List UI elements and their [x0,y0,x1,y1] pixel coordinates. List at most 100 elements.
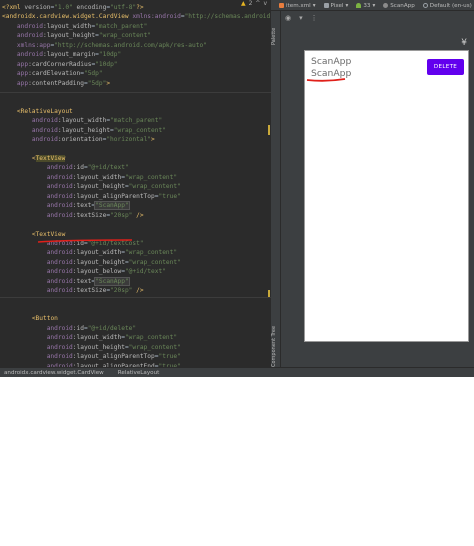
next-highlight-arrow[interactable]: v [263,1,267,7]
code-line[interactable]: android:layout_below="@+id/text" [0,267,271,276]
code-line[interactable] [0,305,271,314]
code-token: :layout_width [72,334,122,342]
code-token: :orientation [57,136,103,144]
warning-icon: ▲ [240,0,246,7]
code-line[interactable]: app:cardCornerRadius="10dp" [0,60,271,69]
eye-icon[interactable]: ◉ [285,14,291,22]
code-line[interactable]: android:layout_width="match_parent" [0,22,271,31]
warning-count: 2 [248,0,253,7]
code-line[interactable]: android:layout_height="wrap_content" [0,182,271,191]
code-line[interactable]: android:layout_height="wrap_content" [0,258,271,267]
code-token: "@+id/delete" [87,324,137,332]
code-line[interactable]: android:layout_margin="10dp" [0,50,271,59]
more-icon[interactable]: ⋮ [311,14,318,22]
code-line[interactable]: <TextView [0,230,271,239]
code-line[interactable]: <?xml version="1.0" encoding="utf-8"?> [0,3,271,12]
breadcrumb-item-relativelayout[interactable]: RelativeLayout [118,370,160,376]
code-line[interactable]: android:text="ScanApp" [0,201,271,211]
code-line[interactable] [0,145,271,154]
code-token: "true" [158,353,181,361]
code-line[interactable]: android:layout_alignParentTop="true" [0,192,271,201]
code-token: :id [72,164,84,172]
code-lines[interactable]: <?xml version="1.0" encoding="utf-8"?> <a… [0,3,271,367]
code-line[interactable]: app:contentPadding="5dp"> [0,79,271,88]
xml-code-editor[interactable]: <?xml version="1.0" encoding="utf-8"?> <a… [0,0,271,367]
code-token: :layout_alignParentTop [72,192,155,200]
code-line[interactable]: android:layout_width="match_parent" [0,116,271,125]
code-token: <Button [31,315,58,323]
code-line[interactable]: android:id="@+id/delete" [0,324,271,333]
code-token: :id [72,324,84,332]
code-line[interactable]: <TextView [0,154,271,163]
code-line[interactable]: <androidx.cardview.widget.CardView xmlns… [0,12,271,21]
code-line[interactable] [0,97,271,106]
code-token: <androidx.cardview.widget.CardView [2,13,133,21]
code-token: "5dp" [83,70,103,78]
side-tool-strip: Palette Component Tree [271,11,281,367]
code-token: android [46,268,73,276]
code-line[interactable]: android:layout_height="wrap_content" [0,126,271,135]
code-line[interactable] [0,220,271,229]
code-line[interactable]: android:layout_width="wrap_content" [0,248,271,257]
code-token: android [16,22,43,30]
code-line[interactable]: <Button [0,314,271,323]
toolbar-divider [271,10,474,11]
code-token: :layout_width [72,249,122,257]
pin-icon[interactable]: ¥ [461,38,467,48]
preview-delete-button[interactable]: DELETE [427,59,464,75]
code-token: "match_parent" [95,22,148,30]
code-token: "10dp" [95,60,118,68]
locale-selector[interactable]: Default (en-us) [422,3,472,9]
code-line[interactable]: android:layout_width="wrap_content" [0,173,271,182]
code-token: :textSize [72,211,107,219]
prev-highlight-arrow[interactable]: ^ [255,1,260,7]
chevron-down-icon[interactable]: ▾ [299,14,303,22]
code-line[interactable]: <RelativeLayout [0,107,271,116]
component-tree-tab[interactable]: Component Tree [271,317,281,367]
file-tab[interactable]: item.xml ▾ [279,3,316,9]
palette-tab[interactable]: Palette [271,15,281,45]
code-line[interactable]: android:layout_height="wrap_content" [0,31,271,40]
code-line[interactable]: android:id="@+id/text" [0,163,271,172]
code-line[interactable]: xmlns:app="http://schemas.android.com/ap… [0,41,271,50]
code-line[interactable]: android:textSize="20sp" /> [0,286,271,295]
code-line[interactable]: android:layout_height="wrap_content" [0,343,271,352]
code-line[interactable]: android:orientation="horizontal"> [0,135,271,144]
code-line[interactable]: app:cardElevation="5dp" [0,69,271,78]
code-token: android [16,51,43,59]
code-token: "http://schemas.android.com/apk/res-auto… [54,41,207,49]
code-token: "true" [158,192,181,200]
device-preview[interactable]: ScanApp ScanApp DELETE [304,50,469,342]
code-token: android [46,343,73,351]
code-line[interactable]: android:layout_width="wrap_content" [0,333,271,342]
code-token: "@+id/text" [124,268,166,276]
api-level-selector[interactable]: 33 ▾ [356,3,375,9]
device-selector[interactable]: Pixel ▾ [323,3,348,9]
code-token: android [46,164,73,172]
theme-selector[interactable]: ScanApp [383,3,415,9]
code-token: xmlns:android [132,13,181,21]
code-token: "http://schemas.android.com/ap [184,13,271,21]
code-token: app [16,60,29,68]
fold-divider [0,92,271,93]
inspection-widget[interactable]: ▲ 2 ^ v [241,1,267,7]
code-line[interactable]: android:layout_alignParentTop="true" [0,352,271,361]
preview-textview-text[interactable]: ScanApp [311,56,351,67]
breadcrumb-item-cardview[interactable]: androidx.cardview.widget.CardView [4,370,104,376]
code-token: :layout_height [72,183,125,191]
code-line[interactable]: android:text="ScanApp" [0,276,271,286]
code-line[interactable]: android:textSize="20sp" /> [0,211,271,220]
